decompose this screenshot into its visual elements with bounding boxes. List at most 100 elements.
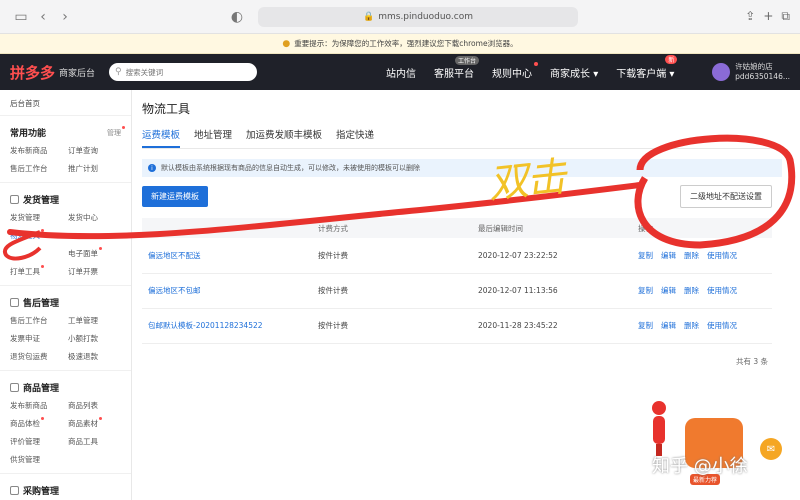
- warning-icon: ●: [282, 38, 291, 49]
- search-icon: ⚲: [115, 67, 122, 77]
- sidebar-item-invoice[interactable]: 订单开票: [68, 266, 126, 277]
- user-menu[interactable]: 许姑娘的店 pdd6350146...: [712, 62, 790, 82]
- sidebar-item-shipping-manage[interactable]: 发货管理: [10, 212, 68, 223]
- copy-link[interactable]: 复制: [638, 321, 653, 330]
- sidebar-item-aftersale-desk[interactable]: 售后工作台: [10, 163, 68, 174]
- sidebar-item-fast-refund[interactable]: 极速退款: [68, 351, 126, 362]
- shipping-icon: [10, 195, 19, 204]
- col-time: 最后编辑时间: [472, 218, 632, 238]
- delete-link[interactable]: 删除: [684, 251, 699, 260]
- copy-link[interactable]: 复制: [638, 286, 653, 295]
- sidebar-item-invoice-apply[interactable]: 发票申证: [10, 333, 68, 344]
- sidebar-item-print-tool[interactable]: 打单工具: [10, 265, 68, 277]
- edit-link[interactable]: 编辑: [661, 286, 676, 295]
- sidebar-item-goods-list[interactable]: 商品列表: [68, 400, 126, 411]
- sidebar-item-supply[interactable]: 供货管理: [10, 454, 68, 465]
- sidebar-item-goods-tools[interactable]: 商品工具: [68, 436, 126, 447]
- address-bar[interactable]: 🔒 mms.pinduoduo.com: [258, 6, 578, 27]
- share-icon[interactable]: ⇪: [745, 9, 755, 24]
- tab-overview-icon[interactable]: ⧉: [781, 9, 790, 24]
- billing-method: 按件计费: [312, 273, 472, 309]
- nav-download-client[interactable]: 新下载客户端 ▾: [607, 54, 683, 80]
- sidebar-item-logistics-tools[interactable]: 物流工具: [10, 229, 68, 241]
- tab-sf-template[interactable]: 加运费发顺丰模板: [246, 127, 322, 148]
- table-header: 计费方式 最后编辑时间 操作: [142, 218, 772, 238]
- robot-mascot-icon: [652, 401, 666, 456]
- nav-rules-center[interactable]: 规则中心: [483, 61, 541, 80]
- delete-link[interactable]: 删除: [684, 321, 699, 330]
- notification-dot: [534, 61, 539, 66]
- table-row: 包邮默认模板-20201128234522 按件计费 2020-11-28 23…: [142, 308, 772, 344]
- nav-inbox[interactable]: 站内信: [377, 65, 425, 80]
- template-name[interactable]: 偏远地区不配送: [142, 238, 312, 274]
- sidebar-item-order-query[interactable]: 订单查询: [68, 145, 126, 156]
- goods-icon: [10, 383, 19, 392]
- sidebar-home[interactable]: 后台首页: [0, 90, 131, 116]
- sidebar-item-publish-goods[interactable]: 发布新商品: [10, 400, 68, 411]
- chat-float-icon[interactable]: ✉: [760, 438, 782, 460]
- billing-method: 按件计费: [312, 238, 472, 274]
- sidebar-section-shipping: 发货管理 发货管理 发货中心 物流工具 电子面单 打单工具 订单开票: [0, 183, 131, 286]
- tab-freight-template[interactable]: 运费模板: [142, 127, 181, 148]
- delete-link[interactable]: 删除: [684, 286, 699, 295]
- sidebar-item-goods-check[interactable]: 商品体检: [10, 417, 68, 429]
- sidebar-item-e-waybill[interactable]: 电子面单: [68, 247, 126, 259]
- nav-service-label: 客服平台: [434, 68, 475, 80]
- col-name: [142, 218, 312, 238]
- forward-icon[interactable]: ›: [54, 9, 76, 25]
- table-row: 偏远地区不配送 按件计费 2020-12-07 23:22:52 复制 编辑 删除使…: [142, 238, 772, 274]
- lock-icon: 🔒: [363, 11, 375, 22]
- sidebar-item-blank-2: [10, 248, 68, 259]
- nav-badge: 工作台: [455, 55, 480, 65]
- manage-link[interactable]: 管理: [107, 125, 125, 138]
- secondary-address-button[interactable]: 二级地址不配送设置: [680, 185, 772, 208]
- privacy-shield-icon[interactable]: ◐: [226, 9, 248, 25]
- table-row: 偏远地区不包邮 按件计费 2020-12-07 11:13:56 复制 编辑 删除使…: [142, 273, 772, 309]
- page-title: 物流工具: [142, 102, 191, 116]
- template-table: 计费方式 最后编辑时间 操作 偏远地区不配送 按件计费 2020-12-07 2…: [142, 218, 772, 344]
- search-box[interactable]: ⚲: [109, 63, 258, 81]
- tab-address-manage[interactable]: 地址管理: [194, 127, 232, 148]
- new-tab-icon[interactable]: +: [763, 9, 773, 24]
- edit-link[interactable]: 编辑: [661, 321, 676, 330]
- nav-service-platform[interactable]: 工作台客服平台: [425, 55, 483, 80]
- new-tag: 新: [665, 54, 678, 64]
- user-name: 许姑娘的店: [735, 62, 773, 71]
- notice-text: 重要提示：为保障您的工作效率，强烈建议您下载chrome浏览器。: [294, 39, 518, 48]
- usage-link[interactable]: 使用情况: [707, 286, 737, 295]
- copy-link[interactable]: 复制: [638, 251, 653, 260]
- tab-designated-courier[interactable]: 指定快递: [336, 127, 374, 148]
- sidebar-title-common: 常用功能: [10, 129, 47, 139]
- total-count: 共有 3 条: [735, 356, 768, 366]
- tab-bar: 运费模板 地址管理 加运费发顺丰模板 指定快递: [142, 127, 782, 149]
- nav-rules-label: 规则中心: [492, 68, 533, 80]
- usage-link[interactable]: 使用情况: [707, 321, 737, 330]
- usage-link[interactable]: 使用情况: [707, 251, 737, 260]
- template-name[interactable]: 包邮默认模板-20201128234522: [142, 308, 312, 344]
- sidebar-item-shipping-center[interactable]: 发货中心: [68, 212, 126, 223]
- edit-link[interactable]: 编辑: [661, 251, 676, 260]
- search-input[interactable]: [125, 67, 246, 77]
- sidebar-item-publish[interactable]: 发布新商品: [10, 145, 68, 156]
- logo[interactable]: 拼多多: [10, 62, 55, 83]
- sidebar-item-reviews[interactable]: 评价管理: [10, 436, 68, 447]
- sidebar-toggle-icon[interactable]: ▭: [10, 9, 32, 25]
- address-text: mms.pinduoduo.com: [378, 11, 473, 22]
- sidebar: 后台首页 常用功能 管理 发布新商品 订单查询 售后工作台 推广计划 发货管理 发…: [0, 90, 132, 500]
- sidebar-item-aftersale-workbench[interactable]: 售后工作台: [10, 315, 68, 326]
- nav-merchant-growth[interactable]: 商家成长 ▾: [541, 65, 607, 80]
- nav-inbox-label: 站内信: [386, 68, 417, 80]
- info-text: 默认模板由系统根据现有商品的信息自动生成，可以修改，未被使用的模板可以删除: [161, 164, 420, 172]
- sidebar-section-goods: 商品管理 发布新商品 商品列表 商品体检 商品素材 评价管理 商品工具 供货管理: [0, 371, 131, 474]
- billing-method: 按件计费: [312, 308, 472, 344]
- sidebar-section-purchase: 采购管理: [0, 474, 131, 500]
- sidebar-item-small-payment[interactable]: 小额打款: [68, 333, 126, 344]
- top-nav: 站内信 工作台客服平台 规则中心 商家成长 ▾ 新下载客户端 ▾: [377, 54, 683, 80]
- template-name[interactable]: 偏远地区不包邮: [142, 273, 312, 309]
- back-icon[interactable]: ‹: [32, 9, 54, 25]
- sidebar-item-ticket[interactable]: 工单管理: [68, 315, 126, 326]
- new-template-button[interactable]: 新建运费模板: [142, 186, 208, 207]
- sidebar-item-promotion[interactable]: 推广计划: [68, 163, 126, 174]
- sidebar-item-goods-material[interactable]: 商品素材: [68, 417, 126, 429]
- sidebar-item-return-freight[interactable]: 退货包运费: [10, 351, 68, 362]
